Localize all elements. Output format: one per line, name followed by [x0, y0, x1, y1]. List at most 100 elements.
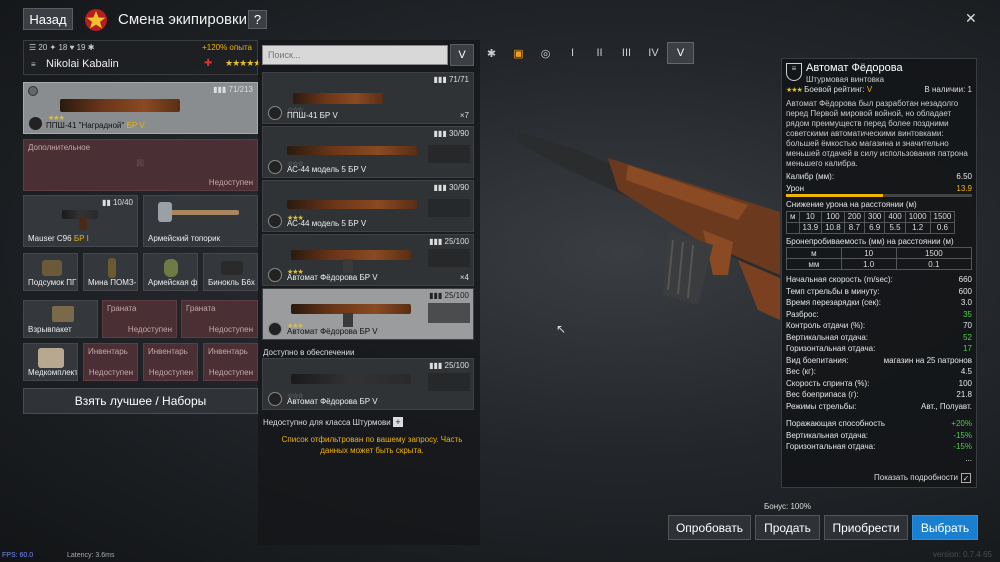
supply-weapon-row[interactable]: ▮▮▮ 25/100 ☆☆☆ Автомат Фёдорова БР V	[262, 358, 474, 410]
damage-value: 13.9	[956, 183, 972, 193]
stat-value: 17	[963, 344, 972, 353]
equipment-slot-4[interactable]: Бинокль Б6х	[203, 253, 258, 291]
melee-slot[interactable]: Армейский топорик	[143, 195, 258, 247]
stat-row: Время перезарядки (сек): 3.0	[782, 297, 976, 309]
star-icon	[84, 8, 108, 32]
weapon-br: БР V	[359, 327, 378, 336]
ammo-count: ▮▮ 10/40	[101, 198, 133, 207]
falloff-cell: 400	[884, 210, 906, 223]
buy-button[interactable]: Приобрести	[824, 515, 908, 540]
search-input[interactable]	[262, 45, 448, 65]
weapon-ammo: 25/100	[444, 291, 469, 300]
falloff-cell: 1000	[904, 210, 931, 223]
class-icon	[268, 322, 282, 336]
filter-button[interactable]: V	[450, 44, 474, 66]
equipment-slot-1[interactable]: Подсумок ПГ	[23, 253, 78, 291]
stat-label: Вес (кг):	[786, 367, 816, 376]
falloff-distance-row: м 10 100 200 300 400 1000 1500	[786, 210, 956, 223]
fps-counter: FPS: 60.0	[2, 552, 34, 559]
stat-value: Авт., Полуавт.	[921, 401, 972, 411]
stat-label: Вертикальная отдача:	[786, 332, 869, 342]
select-button[interactable]: Выбрать	[912, 515, 978, 540]
soldier-name: Nikolai Kabalin	[46, 58, 119, 70]
sell-button[interactable]: Продать	[755, 515, 820, 540]
inventory-slot-3[interactable]: Инвентарь Недоступен	[143, 343, 198, 381]
weapon-label: Автомат Фёдорова БР V	[287, 327, 378, 336]
penetration-cell: 1500	[895, 247, 973, 259]
axe-handle	[164, 210, 239, 215]
secondary-weapon-slot[interactable]: Дополнительное ⊠ Недоступен	[23, 139, 258, 191]
bayonet-slot	[428, 303, 470, 323]
equipment-slot-2[interactable]: Мина ПОМЗ-	[83, 253, 138, 291]
try-button[interactable]: Опробовать	[668, 515, 751, 540]
grenade-slot-3[interactable]: Граната Недоступен	[181, 300, 258, 338]
rank-stars: ★★★★★	[225, 58, 261, 68]
flask-icon	[164, 259, 178, 277]
falloff-cell: 10.8	[821, 221, 845, 234]
tab-tier-1[interactable]: I	[559, 42, 586, 64]
weapon-ammo: 71/71	[448, 75, 469, 84]
caliber-value: 6.50	[956, 172, 972, 181]
class-icon	[268, 214, 282, 228]
ammo-count: ▮▮▮ 71/213	[213, 85, 253, 94]
falloff-table: м 10 100 200 300 400 1000 1500 13.9 10.8 8.7 6.9 5.…	[786, 210, 956, 234]
weapon-row[interactable]: ▮▮▮ 25/100 ★★★ Автомат Фёдорова БР V ×4	[262, 234, 474, 286]
weapon-row[interactable]: ▮▮▮ 30/90 ★★★ АС-44 модель 5 БР V	[262, 180, 474, 232]
modifier-label: Горизонтальная отдача:	[786, 442, 876, 451]
soldier-stat-1: 20	[38, 43, 48, 52]
tab-tier-3[interactable]: III	[613, 42, 640, 64]
bayonet-slot	[428, 145, 470, 163]
primary-name: ППШ-41 "Наградной"	[46, 121, 125, 130]
slot-badge-icon	[28, 86, 38, 96]
take-best-button[interactable]: Взять лучшее / Наборы	[23, 388, 258, 414]
damage-bar-fill	[786, 194, 883, 197]
details-checkbox[interactable]: ✓	[961, 473, 971, 483]
tab-special[interactable]: ◎	[532, 42, 559, 64]
stat-row: Контроль отдачи (%): 70	[782, 320, 976, 332]
tab-tier-5[interactable]: V	[667, 42, 694, 64]
stat-row: Вид боепитания: магазин на 25 патронов	[782, 355, 976, 367]
weapon-row[interactable]: ▮▮▮ 71/71 ☆☆☆ ППШ-41 БР V ×7	[262, 72, 474, 124]
lock-icon: ⊠	[136, 158, 145, 169]
weapon-preview[interactable]	[518, 70, 780, 430]
stat-label: Темп стрельбы в минуту:	[786, 286, 880, 296]
unavailable-class-toggle[interactable]: Недоступно для класса Штурмови +	[263, 417, 403, 427]
rank-icon: ≡	[31, 60, 36, 69]
back-button[interactable]: Назад	[23, 8, 73, 30]
stat-label: Вес боеприпаса (г):	[786, 390, 859, 399]
weapon-label: ППШ-41 БР V	[287, 111, 338, 120]
inventory-slot-4[interactable]: Инвентарь Недоступен	[203, 343, 258, 381]
inventory-slot-1[interactable]: Медкомплект	[23, 343, 78, 381]
tab-tier-4[interactable]: IV	[640, 42, 667, 64]
stat-label: Вид боепитания:	[786, 355, 849, 365]
grenade-slot-2[interactable]: Граната Недоступен	[102, 300, 177, 338]
version-label: version: 0.7.4.65	[932, 550, 992, 559]
magazine-image	[343, 313, 353, 327]
primary-weapon-slot[interactable]: ▮▮▮ 71/213 ★★★ ППШ-41 "Наградной" БР V	[23, 82, 258, 134]
falloff-cell: м	[786, 210, 800, 223]
stat-label: Контроль отдачи (%):	[786, 321, 866, 330]
caliber-row: Калибр (мм): 6.50	[782, 171, 976, 183]
class-icon	[268, 268, 282, 282]
tab-tier-2[interactable]: II	[586, 42, 613, 64]
help-button[interactable]: ?	[248, 10, 267, 29]
penetration-cell: 10	[840, 247, 897, 259]
tab-premium[interactable]: ▣	[505, 42, 532, 64]
penetration-value-row: мм 1.0 0.1	[786, 258, 973, 270]
weapon-br: БР V	[348, 219, 367, 228]
more-indicator: ...	[965, 453, 972, 463]
caliber-label: Калибр (мм):	[786, 172, 835, 181]
weapon-row-selected[interactable]: ▮▮▮ 25/100 ★★★ Автомат Фёдорова БР V	[262, 288, 474, 340]
modifier-value: +20%	[951, 419, 972, 428]
equipment-slot-3[interactable]: Армейская ф	[143, 253, 198, 291]
falloff-value-row: 13.9 10.8 8.7 6.9 5.5 1.2 0.6	[786, 221, 956, 234]
mouse-cursor: ↖	[556, 322, 567, 336]
weapon-row[interactable]: ▮▮▮ 30/90 ☆☆☆ АС-44 модель 5 БР V	[262, 126, 474, 178]
grenade-slot-1[interactable]: Взрывпакет	[23, 300, 98, 338]
close-button[interactable]: ✕	[965, 10, 977, 27]
sidearm-slot[interactable]: ▮▮ 10/40 Mauser C96 БР I	[23, 195, 138, 247]
tab-all[interactable]: ✱	[478, 42, 505, 64]
equipment-label: Подсумок ПГ	[28, 278, 77, 287]
weapon-name: ППШ-41	[287, 111, 318, 120]
inventory-slot-2[interactable]: Инвентарь Недоступен	[83, 343, 138, 381]
